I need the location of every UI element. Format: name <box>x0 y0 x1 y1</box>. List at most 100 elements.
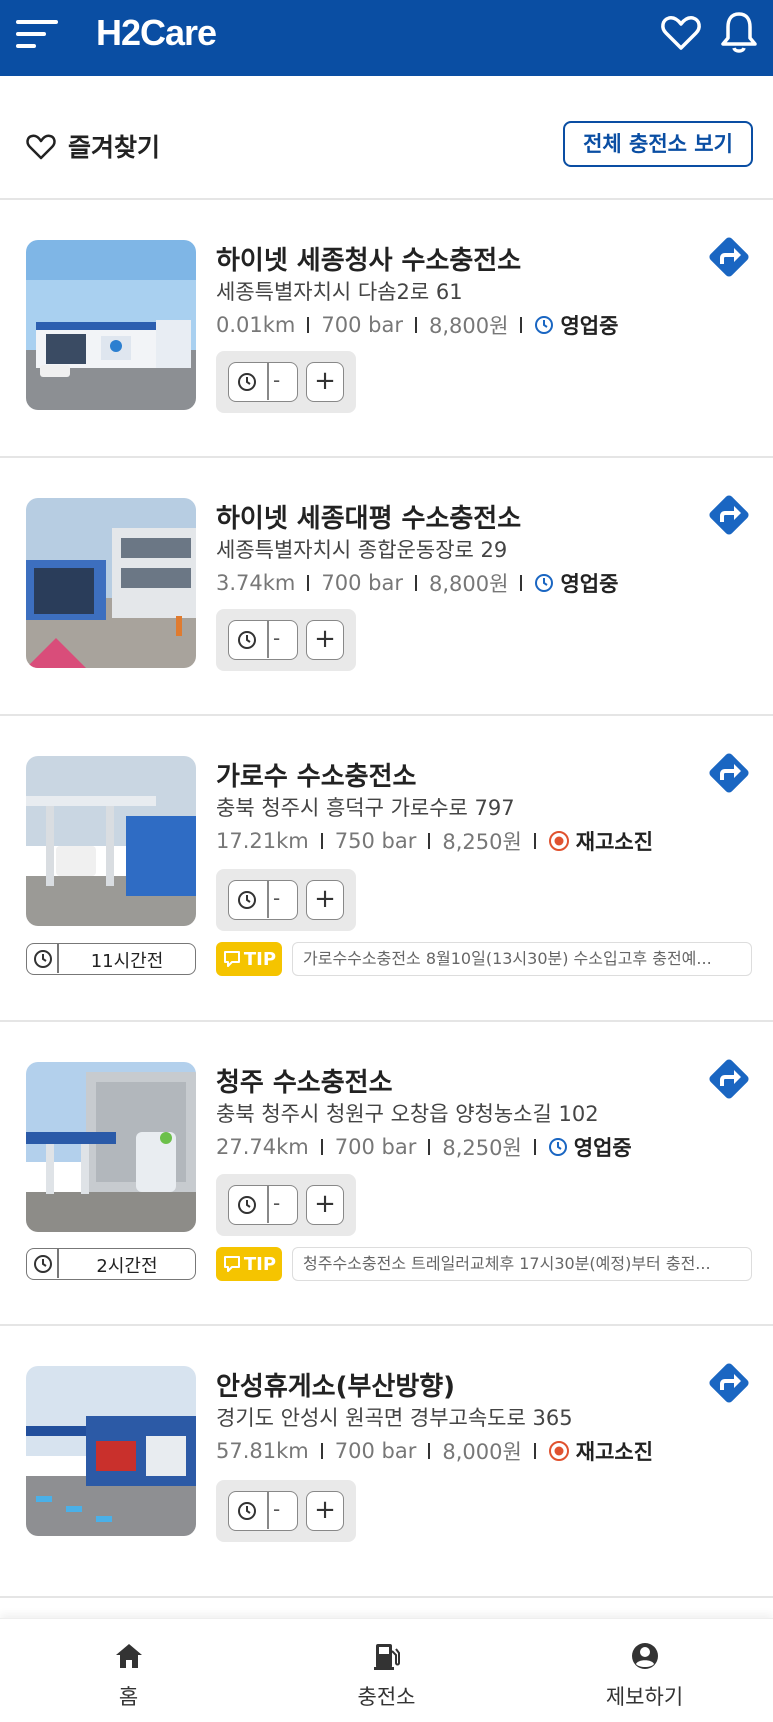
station-address: 세종특별자치시 종합운동장로 29 <box>216 538 508 562</box>
schedule-controls: - + <box>216 609 356 671</box>
clock-icon <box>34 950 52 968</box>
station-distance: 57.81km <box>216 1439 309 1463</box>
bottom-navigation: 홈 충전소 제보하기 <box>0 1618 773 1722</box>
view-all-stations-button[interactable]: 전체 충전소 보기 <box>563 121 753 167</box>
schedule-controls: - + <box>216 869 356 931</box>
divider <box>267 881 269 918</box>
menu-icon[interactable] <box>16 18 60 50</box>
directions-icon[interactable] <box>706 492 752 538</box>
clock-icon <box>34 1255 52 1273</box>
nav-home[interactable]: 홈 <box>0 1619 257 1722</box>
station-status-label: 영업중 <box>560 572 619 596</box>
station-pressure: 750 bar <box>334 829 417 853</box>
schedule-toggle[interactable]: - <box>228 620 298 660</box>
station-price: 8,250원 <box>442 1136 522 1160</box>
nav-stations[interactable]: 충전소 <box>258 1619 515 1722</box>
station-meta: 27.74km 700 bar 8,250원 영업중 <box>216 1132 632 1162</box>
station-price: 8,800원 <box>428 314 509 338</box>
station-meta: 3.74km 700 bar 8,800원 영업중 <box>216 568 618 598</box>
station-card[interactable]: 안성휴게소(부산방향) 경기도 안성시 원곡면 경부고속도로 365 57.81… <box>0 1326 773 1598</box>
station-photo <box>26 240 196 410</box>
station-name: 안성휴게소(부산방향) <box>216 1372 456 1402</box>
directions-icon[interactable] <box>706 234 752 280</box>
clock-icon <box>238 1196 256 1214</box>
clock-status-icon <box>535 316 554 334</box>
clock-icon <box>238 373 256 391</box>
clock-status-icon <box>548 1138 567 1156</box>
minus-button[interactable]: - <box>273 1497 280 1521</box>
bell-icon[interactable] <box>718 10 760 56</box>
clock-status-icon <box>535 574 554 592</box>
tip-label: TIP <box>243 1253 277 1275</box>
station-card[interactable]: 하이넷 세종청사 수소충전소 세종특별자치시 다솜2로 61 0.01km 70… <box>0 200 773 458</box>
directions-icon[interactable] <box>706 750 752 796</box>
station-pressure: 700 bar <box>334 1135 417 1159</box>
tip-message[interactable]: 가로수수소충전소 8월10일(13시30분) 수소입고후 충전예... <box>292 942 752 976</box>
plus-button[interactable]: + <box>306 362 344 402</box>
soldout-target-icon <box>548 831 569 851</box>
station-distance: 17.21km <box>216 829 309 853</box>
station-status: 재고소진 <box>548 1436 653 1466</box>
divider <box>267 1186 269 1223</box>
station-photo <box>26 498 196 668</box>
plus-button[interactable]: + <box>306 620 344 660</box>
minus-button[interactable]: - <box>273 886 280 910</box>
soldout-target-icon <box>548 1441 569 1461</box>
schedule-toggle[interactable]: - <box>228 1491 298 1531</box>
station-address: 경기도 안성시 원곡면 경부고속도로 365 <box>216 1406 573 1430</box>
station-name: 가로수 수소충전소 <box>216 762 417 792</box>
tip-badge: TIP <box>216 942 282 976</box>
station-pressure: 700 bar <box>334 1439 417 1463</box>
station-address: 충북 청주시 흥덕구 가로수로 797 <box>216 796 515 820</box>
schedule-controls: - + <box>216 1174 356 1236</box>
plus-button[interactable]: + <box>306 880 344 920</box>
plus-button[interactable]: + <box>306 1491 344 1531</box>
directions-icon[interactable] <box>706 1056 752 1102</box>
updated-time-badge: 2시간전 <box>26 1248 196 1280</box>
tip-badge: TIP <box>216 1247 282 1281</box>
divider <box>267 363 269 400</box>
updated-time: 2시간전 <box>96 1256 158 1277</box>
heart-icon[interactable] <box>660 12 702 54</box>
station-distance: 27.74km <box>216 1135 309 1159</box>
favorites-title: 즐겨찾기 <box>68 133 161 162</box>
nav-report[interactable]: 제보하기 <box>516 1619 773 1722</box>
schedule-toggle[interactable]: - <box>228 880 298 920</box>
station-name: 하이넷 세종대평 수소충전소 <box>216 504 522 534</box>
station-status: 영업중 <box>534 568 618 598</box>
station-status-label: 재고소진 <box>575 1440 654 1464</box>
tip-label: TIP <box>243 948 277 970</box>
station-pressure: 700 bar <box>321 571 403 595</box>
station-photo <box>26 1062 196 1232</box>
station-photo <box>26 1366 196 1536</box>
speech-bubble-icon <box>223 951 240 967</box>
minus-button[interactable]: - <box>273 626 280 650</box>
schedule-toggle[interactable]: - <box>228 362 298 402</box>
station-address: 충북 청주시 청원구 오창읍 양청농소길 102 <box>216 1102 599 1126</box>
station-status: 영업중 <box>534 310 618 340</box>
nav-stations-label: 충전소 <box>357 1685 416 1709</box>
station-distance: 3.74km <box>216 571 296 595</box>
station-card[interactable]: 하이넷 세종대평 수소충전소 세종특별자치시 종합운동장로 29 3.74km … <box>0 458 773 716</box>
schedule-controls: - + <box>216 1480 356 1542</box>
clock-icon <box>238 891 256 909</box>
station-meta: 17.21km 750 bar 8,250원 재고소진 <box>216 826 653 856</box>
heart-outline-icon <box>26 134 56 160</box>
station-card[interactable]: 가로수 수소충전소 충북 청주시 흥덕구 가로수로 797 17.21km 75… <box>0 716 773 1022</box>
station-name: 하이넷 세종청사 수소충전소 <box>216 246 522 276</box>
divider <box>267 1492 269 1529</box>
schedule-toggle[interactable]: - <box>228 1185 298 1225</box>
minus-button[interactable]: - <box>273 1191 280 1215</box>
speech-bubble-icon <box>223 1256 240 1272</box>
station-status: 재고소진 <box>548 826 653 856</box>
tip-message[interactable]: 청주수소충전소 트레일러교체후 17시30분(예정)부터 충전... <box>292 1247 752 1281</box>
plus-button[interactable]: + <box>306 1185 344 1225</box>
minus-button[interactable]: - <box>273 368 280 392</box>
fuel-station-icon <box>373 1644 400 1670</box>
station-card[interactable]: 청주 수소충전소 충북 청주시 청원구 오창읍 양청농소길 102 27.74k… <box>0 1022 773 1326</box>
app-logo: H2Care <box>96 12 217 53</box>
directions-icon[interactable] <box>706 1360 752 1406</box>
user-circle-icon <box>631 1643 658 1669</box>
updated-time: 11시간전 <box>90 951 164 972</box>
station-meta: 57.81km 700 bar 8,000원 재고소진 <box>216 1436 653 1466</box>
